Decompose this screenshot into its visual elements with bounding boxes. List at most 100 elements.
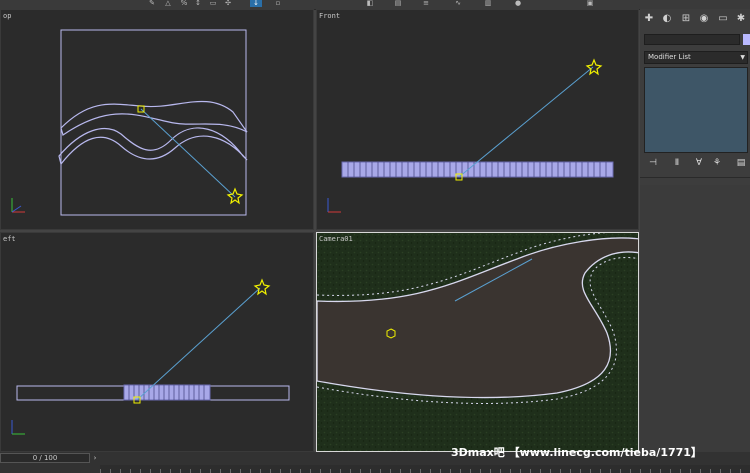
viewport-camera[interactable]: Camera01 — [316, 232, 639, 452]
snap-icon[interactable]: ✎ — [146, 0, 158, 7]
timeline-tick — [590, 469, 591, 473]
timeline-tick — [390, 469, 391, 473]
timeline-tick — [550, 469, 551, 473]
timeline-tick — [420, 469, 421, 473]
create-tab-icon[interactable]: ✚ — [643, 13, 655, 25]
timeline-tick — [410, 469, 411, 473]
modifier-stack[interactable] — [644, 67, 748, 153]
axis-gizmo — [11, 420, 25, 435]
viewport-left[interactable]: eft — [0, 232, 314, 452]
road-spline-inner — [58, 127, 248, 166]
timeline-tick — [100, 469, 101, 473]
move-icon[interactable]: ✣ — [222, 0, 234, 7]
timeline-tick — [200, 469, 201, 473]
show-end-result-icon[interactable]: Ⅱ — [670, 157, 684, 169]
timeline-tick — [150, 469, 151, 473]
panel-divider — [640, 177, 750, 178]
timeline-tick — [270, 469, 271, 473]
timeline-tick — [650, 469, 651, 473]
timeline-tick — [520, 469, 521, 473]
timeline-tick — [320, 469, 321, 473]
timeline-tick — [690, 469, 691, 473]
timeline-tick — [630, 469, 631, 473]
timeline-tick — [450, 469, 451, 473]
road-barrier-front — [341, 161, 614, 178]
timeline-tick — [160, 469, 161, 473]
remove-modifier-icon[interactable]: ⚘ — [710, 157, 724, 169]
timeline-tick — [170, 469, 171, 473]
camera-target-line — [140, 108, 236, 198]
time-slider[interactable]: 0 / 100 — [0, 453, 90, 463]
timeline-tick — [380, 469, 381, 473]
align-icon[interactable]: ▤ — [392, 0, 404, 7]
timeline-tick — [350, 469, 351, 473]
timeline-tick — [400, 469, 401, 473]
viewport-top-canvas — [11, 29, 248, 216]
camera-icon — [226, 187, 244, 205]
axis-gizmo — [11, 198, 25, 213]
motion-tab-icon[interactable]: ◉ — [698, 13, 710, 25]
render-setup-icon[interactable]: ▣ — [584, 0, 596, 7]
timeline-tick — [180, 469, 181, 473]
layers-icon[interactable]: ≡ — [420, 0, 432, 7]
parameters-rollout[interactable] — [640, 185, 750, 461]
viewport-top[interactable]: op — [0, 9, 314, 230]
scale-icon[interactable]: ▫ — [272, 0, 284, 7]
camera-target-line — [136, 287, 261, 401]
axis-gizmo — [327, 198, 341, 213]
hierarchy-tab-icon[interactable]: ⊞ — [680, 13, 692, 25]
spinner-snap-icon[interactable]: ↕ — [192, 0, 204, 7]
viewport-label[interactable]: Camera01 — [319, 235, 353, 243]
timeline-tick — [300, 469, 301, 473]
camera-icon — [253, 278, 271, 296]
modify-tab-icon[interactable]: ◐ — [661, 13, 673, 25]
modifier-list-dropdown[interactable]: Modifier List ▼ — [644, 51, 748, 64]
percent-snap-icon[interactable]: % — [178, 0, 190, 7]
material-editor-icon[interactable]: ● — [512, 0, 524, 7]
modifier-list-label: Modifier List — [648, 53, 691, 61]
timeline-tick — [340, 469, 341, 473]
select-icon[interactable]: ▭ — [207, 0, 219, 7]
road-spline-outer — [60, 100, 248, 136]
timeline-tick — [120, 469, 121, 473]
timeline-tick — [310, 469, 311, 473]
mirror-icon[interactable]: ◧ — [364, 0, 376, 7]
timeline-tick — [620, 469, 621, 473]
viewport-front-canvas — [327, 58, 614, 213]
timeline-tick — [570, 469, 571, 473]
curve-editor-icon[interactable]: ∿ — [452, 0, 464, 7]
configure-sets-icon[interactable]: ▤ — [734, 157, 748, 169]
watermark-text: 3Dmax吧 【www.linecg.com/tieba/1771】 — [451, 446, 702, 459]
viewport-front[interactable]: Front — [316, 9, 639, 230]
timeline-tick — [210, 469, 211, 473]
viewport-left-canvas — [11, 278, 290, 435]
timeline-tick — [460, 469, 461, 473]
pin-stack-icon[interactable]: ⊣ — [646, 157, 660, 169]
timeline-tick — [470, 469, 471, 473]
timeline-tick — [680, 469, 681, 473]
timeline-tick — [440, 469, 441, 473]
time-slider-position: 0 / 100 — [32, 454, 58, 462]
timeline-tick — [110, 469, 111, 473]
timeline-tick — [190, 469, 191, 473]
utilities-tab-icon[interactable]: ✱ — [735, 13, 747, 25]
timeline-tick — [260, 469, 261, 473]
make-unique-icon[interactable]: ∀ — [692, 157, 706, 169]
timeline-tick — [640, 469, 641, 473]
timeline-tick — [130, 469, 131, 473]
timeline-ruler[interactable] — [100, 465, 750, 473]
display-tab-icon[interactable]: ▭ — [717, 13, 729, 25]
timeline-tick — [280, 469, 281, 473]
stack-tools: ⊣ Ⅱ ∀ ⚘ ▤ — [644, 157, 750, 171]
next-frame-icon[interactable]: › — [91, 453, 99, 463]
object-name-field[interactable] — [644, 34, 740, 45]
angle-snap-icon[interactable]: △ — [162, 0, 174, 7]
object-color-swatch[interactable] — [743, 34, 750, 45]
rotate-icon[interactable]: ↓ — [250, 0, 262, 7]
timeline-tick — [670, 469, 671, 473]
timeline-tick — [220, 469, 221, 473]
timeline-tick — [530, 469, 531, 473]
timeline-tick — [580, 469, 581, 473]
schematic-icon[interactable]: ▥ — [482, 0, 494, 7]
timeline-tick — [430, 469, 431, 473]
